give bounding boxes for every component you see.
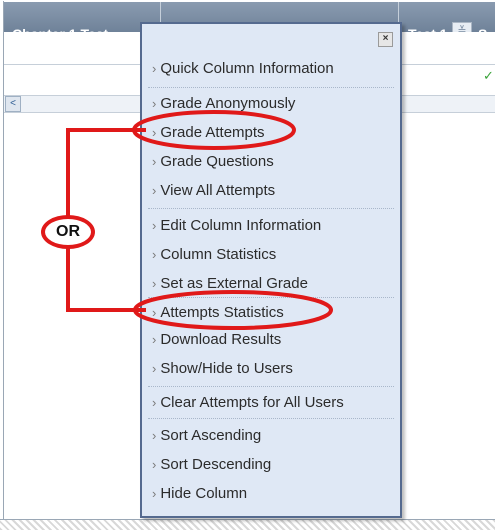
chevron-right-icon: ›	[152, 154, 157, 169]
column-context-menu: × › Quick Column Information › Grade Anony…	[140, 22, 402, 518]
menu-item-label: Attempts Statistics	[160, 304, 284, 321]
menu-item-label: Hide Column	[160, 485, 248, 502]
chevron-right-icon: ›	[152, 305, 157, 320]
chevron-right-icon: ›	[152, 96, 157, 111]
chevron-right-icon: ›	[152, 486, 157, 501]
scroll-left-arrow-icon[interactable]: <	[5, 96, 21, 112]
menu-item-label: Grade Attempts	[160, 124, 265, 141]
annotation-or-label: OR	[41, 215, 95, 249]
menu-item-grade-attempts[interactable]: › Grade Attempts	[152, 121, 265, 145]
menu-item-view-all-attempts[interactable]: › View All Attempts	[152, 179, 275, 203]
menu-item-grade-anonymously[interactable]: › Grade Anonymously	[152, 92, 295, 116]
menu-item-column-statistics[interactable]: › Column Statistics	[152, 243, 276, 267]
menu-separator	[148, 418, 394, 419]
menu-item-label: Download Results	[160, 331, 282, 348]
chevron-right-icon: ›	[152, 247, 157, 262]
chevron-right-icon: ›	[152, 276, 157, 291]
checkmark-icon: ✓	[483, 68, 494, 83]
chevron-right-icon: ›	[152, 61, 157, 76]
chevron-right-icon: ›	[152, 332, 157, 347]
chevron-right-icon: ›	[152, 125, 157, 140]
bottom-scroll-track	[0, 519, 495, 530]
close-icon[interactable]: ×	[378, 32, 393, 47]
chevron-right-icon: ›	[152, 457, 157, 472]
menu-item-label: Column Statistics	[160, 246, 277, 263]
menu-separator	[148, 208, 394, 209]
menu-item-label: Show/Hide to Users	[160, 360, 293, 377]
chevron-right-icon: ›	[152, 183, 157, 198]
menu-item-label: View All Attempts	[160, 182, 276, 199]
menu-separator	[148, 386, 394, 387]
menu-item-label: Set as External Grade	[160, 275, 308, 292]
menu-item-grade-questions[interactable]: › Grade Questions	[152, 150, 274, 174]
menu-item-clear-attempts-for-all-users[interactable]: › Clear Attempts for All Users	[152, 391, 344, 415]
menu-item-label: Sort Descending	[160, 456, 272, 473]
menu-title-bar	[142, 24, 400, 50]
menu-item-sort-descending[interactable]: › Sort Descending	[152, 453, 271, 477]
menu-item-download-results[interactable]: › Download Results	[152, 328, 281, 352]
chevron-right-icon: ›	[152, 395, 157, 410]
menu-item-hide-column[interactable]: › Hide Column	[152, 482, 247, 506]
menu-item-set-as-external-grade[interactable]: › Set as External Grade	[152, 272, 308, 296]
menu-item-quick-column-information[interactable]: › Quick Column Information	[152, 57, 334, 81]
menu-item-sort-ascending[interactable]: › Sort Ascending	[152, 424, 261, 448]
menu-item-label: Quick Column Information	[160, 60, 334, 77]
menu-item-label: Sort Ascending	[160, 427, 262, 444]
chevron-right-icon: ›	[152, 361, 157, 376]
menu-item-edit-column-information[interactable]: › Edit Column Information	[152, 214, 321, 238]
chevron-right-icon: ›	[152, 218, 157, 233]
menu-separator	[148, 87, 394, 88]
menu-item-label: Grade Questions	[160, 153, 274, 170]
menu-separator	[148, 297, 394, 298]
menu-item-attempts-statistics[interactable]: › Attempts Statistics	[152, 301, 284, 325]
menu-item-label: Grade Anonymously	[160, 95, 296, 112]
menu-item-show-hide-to-users[interactable]: › Show/Hide to Users	[152, 357, 293, 381]
chevron-right-icon: ›	[152, 428, 157, 443]
menu-item-label: Edit Column Information	[160, 217, 322, 234]
menu-item-label: Clear Attempts for All Users	[160, 394, 344, 411]
